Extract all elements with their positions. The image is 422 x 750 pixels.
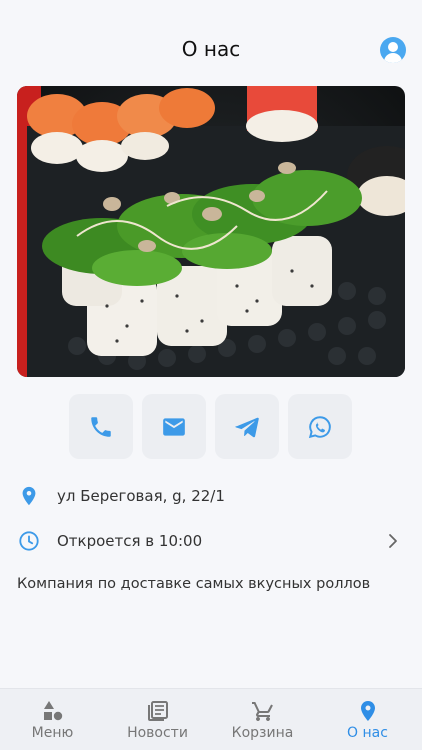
whatsapp-button[interactable] xyxy=(288,394,352,459)
opening-hours-text: Откроется в 10:00 xyxy=(57,532,203,550)
profile-icon[interactable] xyxy=(380,37,406,63)
opening-hours-row[interactable]: Откроется в 10:00 xyxy=(17,526,405,556)
mail-icon xyxy=(163,417,185,436)
tab-news-label: Новости xyxy=(127,725,188,741)
news-icon xyxy=(147,701,168,721)
company-description: Компания по доставке самых вкусных ролло… xyxy=(17,576,371,592)
tab-cart-label: Корзина xyxy=(231,725,294,741)
telegram-button[interactable] xyxy=(215,394,279,459)
phone-icon xyxy=(91,416,111,437)
call-button[interactable] xyxy=(69,394,133,459)
contact-buttons xyxy=(0,394,422,459)
tab-about[interactable]: О нас xyxy=(315,689,420,750)
telegram-icon xyxy=(235,417,259,437)
header: О нас xyxy=(0,0,422,96)
address-row: ул Береговая, g, 22/1 xyxy=(17,481,405,511)
tab-cart[interactable]: Корзина xyxy=(210,689,315,750)
address-text: ул Береговая, g, 22/1 xyxy=(57,487,225,505)
shapes-icon xyxy=(43,701,62,721)
tab-menu-label: Меню xyxy=(31,725,74,741)
restaurant-photo xyxy=(17,86,405,377)
location-pin-icon xyxy=(360,701,375,721)
page-title: О нас xyxy=(181,37,241,61)
location-pin-icon xyxy=(22,486,36,506)
tab-about-label: О нас xyxy=(347,725,388,741)
bottom-tab-bar: Меню Новости Корзина О нас xyxy=(0,688,422,750)
tab-news[interactable]: Новости xyxy=(105,689,210,750)
whatsapp-icon xyxy=(308,415,331,438)
clock-icon xyxy=(19,531,39,551)
tab-menu[interactable]: Меню xyxy=(0,689,105,750)
chevron-right-icon xyxy=(389,534,397,548)
email-button[interactable] xyxy=(142,394,206,459)
cart-icon xyxy=(251,702,273,721)
